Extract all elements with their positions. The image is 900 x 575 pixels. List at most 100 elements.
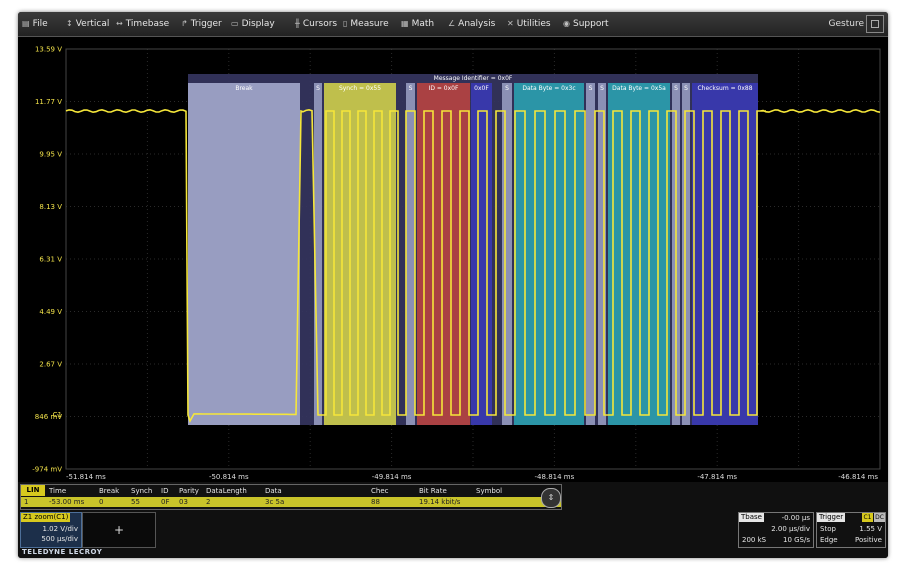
cell-bitrate: 19.14 kbit/s	[419, 498, 461, 506]
display-icon: ▭	[231, 19, 239, 28]
segment-label: Checksum = 0x88	[697, 85, 752, 92]
segment-label: S	[505, 85, 509, 92]
segment-s[interactable]	[502, 83, 512, 425]
segment-label: Data Byte = 0x3c	[522, 85, 575, 92]
y-tick-label: 13.59 V	[35, 46, 62, 54]
timebase-offset: -0.00 µs	[781, 514, 810, 522]
trigger-descriptor[interactable]: Trigger C1 DC Stop 1.55 V Edge Positive	[816, 512, 886, 548]
cell-synch: 55	[131, 498, 140, 506]
menu-label: Support	[572, 19, 609, 29]
menu-label: Analysis	[458, 19, 496, 29]
cell-break: 0	[99, 498, 104, 506]
x-tick-label: -49.814 ms	[372, 473, 412, 481]
bottom-panel: LIN Time Break Synch ID Parity DataLengt…	[18, 482, 888, 558]
segment-s[interactable]	[682, 83, 690, 425]
timebase-samples: 200 kS	[742, 536, 767, 544]
zoom-source: zoom(C1)	[34, 513, 69, 521]
y-tick-label: 4.49 V	[39, 308, 62, 316]
header-break: Break	[99, 487, 120, 495]
zoom-descriptor[interactable]: Z1 zoom(C1) 1.02 V/div 500 µs/div	[20, 512, 82, 548]
header-synch: Synch	[131, 487, 153, 495]
trigger-coupling: DC	[874, 513, 885, 522]
y-tick-label: 8.13 V	[39, 203, 62, 211]
menu-label: Trigger	[190, 19, 222, 29]
menu-label: File	[32, 19, 48, 29]
menu-display[interactable]: ▭ Display	[231, 12, 275, 36]
header-id: ID	[161, 487, 169, 495]
menu-measure[interactable]: ▯ Measure	[343, 12, 389, 36]
segment-label: S	[674, 85, 678, 92]
measure-icon: ▯	[343, 19, 348, 28]
segment-id-0x0f[interactable]	[417, 83, 470, 425]
menu-label: Measure	[350, 19, 389, 29]
utilities-icon: ✕	[507, 19, 514, 28]
cell-data: 3c 5a	[265, 498, 285, 506]
menu-bar: ▤ File ↕ Vertical ↔ Timebase ↱ Trigger ▭ Display ╫…	[18, 12, 888, 37]
decode-table[interactable]: LIN Time Break Synch ID Parity DataLengt…	[20, 484, 562, 510]
menu-analysis[interactable]: ∠ Analysis	[448, 12, 495, 36]
trigger-icon: ↱	[181, 19, 188, 28]
segment-label: Data Byte = 0x5a	[612, 85, 666, 92]
table-scroll-button[interactable]: ⇕	[541, 488, 561, 508]
timebase-rate: 10 GS/s	[782, 536, 810, 544]
menu-support[interactable]: ◉ Support	[563, 12, 609, 36]
y-tick-label: 6.31 V	[39, 256, 62, 264]
cell-index: 1	[24, 498, 29, 506]
protocol-tag: LIN	[21, 485, 45, 496]
cell-id: 0F	[161, 498, 170, 506]
menu-timebase[interactable]: ↔ Timebase	[116, 12, 169, 36]
header-bitrate: Bit Rate	[419, 487, 447, 495]
x-tick-label: -47.814 ms	[697, 473, 737, 481]
menu-trigger[interactable]: ↱ Trigger	[181, 12, 222, 36]
oscilloscope-window: ▤ File ↕ Vertical ↔ Timebase ↱ Trigger ▭ Display ╫…	[18, 12, 888, 558]
decode-overlay[interactable]: Message Identifier = 0x0F Break S Synch = 0…	[188, 74, 758, 425]
cursors-icon: ╫	[295, 19, 300, 28]
menu-vertical[interactable]: ↕ Vertical	[66, 12, 109, 36]
menu-math[interactable]: ▦ Math	[401, 12, 434, 36]
plus-icon: +	[113, 523, 125, 537]
trigger-slope: Positive	[855, 536, 882, 544]
channel-marker[interactable]: C1	[53, 411, 62, 419]
segment-label: 0x0F	[474, 85, 489, 92]
waveform-display[interactable]: 13.59 V 11.77 V 9.95 V 8.13 V 6.31 V 4.49 V 2.…	[18, 37, 888, 482]
menu-cursors[interactable]: ╫ Cursors	[295, 12, 337, 36]
segment-label: Synch = 0x55	[339, 85, 381, 92]
trigger-level: 1.55 V	[859, 525, 882, 533]
segment-label: Break	[235, 85, 253, 92]
segment-s[interactable]	[586, 83, 595, 425]
segment-s[interactable]	[406, 83, 415, 425]
y-tick-label: 11.77 V	[35, 98, 62, 106]
header-checksum: Chec	[371, 487, 389, 495]
segment-label: S	[684, 85, 688, 92]
maximize-icon	[871, 20, 879, 28]
math-icon: ▦	[401, 19, 409, 28]
menu-label: Math	[411, 19, 435, 29]
gesture-label[interactable]: Gesture	[829, 12, 864, 36]
segment-data-byte-0x5a[interactable]	[608, 83, 670, 425]
brand-logo: TELEDYNE LECROY	[22, 548, 103, 556]
menu-label: Utilities	[516, 19, 551, 29]
menu-utilities[interactable]: ✕ Utilities	[507, 12, 551, 36]
zoom-tag: Z1 zoom(C1)	[21, 513, 71, 522]
y-tick-label: 9.95 V	[39, 151, 62, 159]
trigger-channel: C1	[862, 513, 873, 522]
trigger-type: Edge	[820, 536, 838, 544]
segment-label: S	[589, 85, 593, 92]
timebase-icon: ↔	[116, 19, 123, 28]
y-tick-label: 2.67 V	[39, 361, 62, 369]
menu-file[interactable]: ▤ File	[22, 12, 48, 36]
menu-label: Cursors	[302, 19, 338, 29]
segment-break[interactable]	[188, 83, 300, 425]
trigger-mode: Stop	[820, 525, 836, 533]
vertical-icon: ↕	[66, 19, 73, 28]
up-down-icon: ⇕	[547, 493, 555, 502]
cell-time: -53.00 ms	[49, 498, 85, 506]
maximize-button[interactable]	[866, 15, 884, 33]
x-tick-label: -50.814 ms	[209, 473, 249, 481]
trigger-tag: Trigger	[817, 513, 846, 522]
timebase-descriptor[interactable]: Tbase -0.00 µs 2.00 µs/div 200 kS 10 GS/…	[738, 512, 814, 548]
zoom-thumbnail[interactable]: +	[82, 512, 156, 548]
segment-label: S	[409, 85, 413, 92]
zoom-vdiv: 1.02 V/div	[42, 525, 79, 533]
segment-0x0f[interactable]	[471, 83, 492, 425]
